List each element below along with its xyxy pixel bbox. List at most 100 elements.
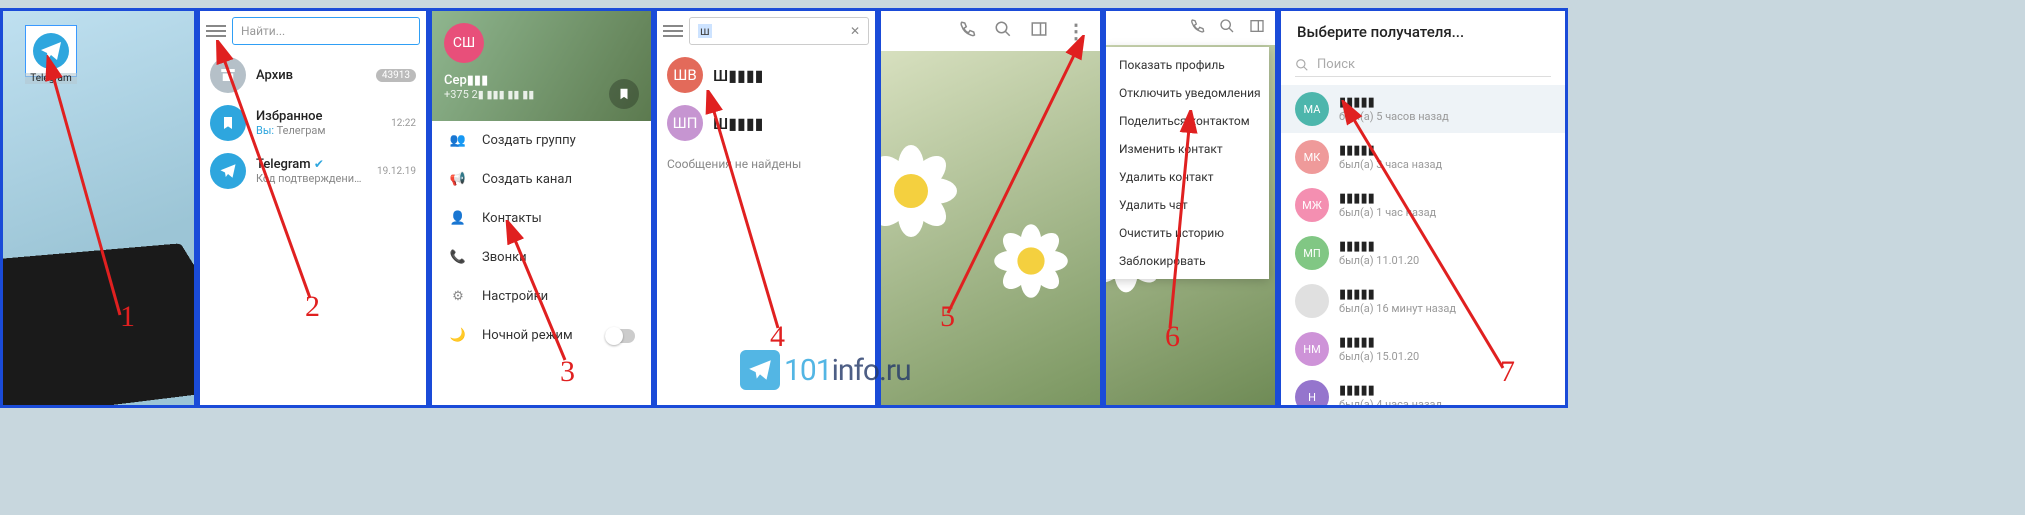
telegram-row[interactable]: Telegram ✔ Код подтверждения: 1… 19.12.1… [200,147,426,195]
saved-time: 12:22 [391,118,416,129]
saved-preview: Вы: Телеграм [256,124,381,137]
sidepanel-icon[interactable] [1249,18,1265,38]
phone-icon: 📞 [448,250,468,265]
bookmark-icon [210,105,246,141]
contact-name: ▮▮▮▮▮ [1339,143,1442,158]
menu-new-channel[interactable]: 📢Создать канал [432,160,651,199]
ctx-clear-history[interactable]: Очистить историю [1105,219,1269,247]
contact-status: был(а) 1 час назад [1339,206,1436,219]
no-messages-label: Сообщения не найдены [657,147,875,181]
contact-name: ▮▮▮▮▮ [1339,335,1419,350]
contact-status: был(а) 3 часа назад [1339,158,1442,171]
search-icon [1295,58,1309,72]
laptop-graphic [0,243,197,408]
menu-night-mode[interactable]: 🌙Ночной режим [432,316,651,355]
ctx-edit-contact[interactable]: Изменить контакт [1105,135,1269,163]
hamburger-button[interactable] [206,25,226,37]
saved-messages-row[interactable]: Избранное Вы: Телеграм 12:22 [200,99,426,147]
contact-avatar: Н [1295,380,1329,408]
menu-calls[interactable]: 📞Звонки [432,238,651,277]
panel-recipient-picker: Выберите получателя... Поиск МА ▮▮▮▮▮ бы… [1278,8,1568,408]
search-icon[interactable] [1219,18,1235,38]
night-toggle[interactable] [605,329,635,343]
user-avatar[interactable]: СШ [444,23,484,63]
contact-avatar: МП [1295,236,1329,270]
ctx-block[interactable]: Заблокировать [1105,247,1269,275]
menu-settings[interactable]: ⚙Настройки [432,277,651,316]
chat-toolbar: ⋮ [881,11,1100,51]
contact-row[interactable]: ▮▮▮▮▮ был(а) 16 минут назад [1281,277,1565,325]
contact-status: был(а) 11.01.20 [1339,254,1419,267]
chat-background [881,11,1100,405]
archive-badge: 43913 [376,69,416,82]
telegram-avatar [210,153,246,189]
panel-chat-header: — ◻ ✕ ⋮ [878,8,1103,408]
contact-row[interactable]: МЖ ▮▮▮▮▮ был(а) 1 час назад [1281,181,1565,229]
search-icon[interactable] [994,20,1012,42]
panel-search-results: ш ✕ ШВ Ш▮▮▮▮ ШП Ш▮▮▮▮ Сообщения не найде… [654,8,878,408]
person-icon: 👤 [448,211,468,226]
result-avatar: ШП [667,105,703,141]
contact-avatar: НМ [1295,332,1329,366]
contact-name: ▮▮▮▮▮ [1339,191,1436,206]
archive-icon [210,57,246,93]
moon-icon: 🌙 [448,328,468,343]
call-icon[interactable] [958,20,976,42]
ctx-delete-chat[interactable]: Удалить чат [1105,191,1269,219]
result-name: Ш▮▮▮▮ [713,66,763,85]
menu-new-group[interactable]: 👥Создать группу [432,121,651,160]
archive-label: Архив [256,68,366,83]
shortcut-label: Telegram [25,73,77,84]
ctx-mute[interactable]: Отключить уведомления [1105,79,1269,107]
chat-toolbar [1106,11,1275,45]
contact-row[interactable]: МА ▮▮▮▮▮ был(а) 5 часов назад [1281,85,1565,133]
panel-chatlist: Найти... Архив 43913 Избранное Вы: Телег… [197,8,429,408]
contact-status: был(а) 15.01.20 [1339,350,1419,363]
contact-status: был(а) 4 часа назад [1339,398,1442,408]
contact-row[interactable]: МП ▮▮▮▮▮ был(а) 11.01.20 [1281,229,1565,277]
panel-main-menu: СШ Сер▮▮▮ +375 2▮ ▮▮▮ ▮▮ ▮▮ 👥Создать гру… [429,8,654,408]
contact-name: ▮▮▮▮▮ [1339,383,1442,398]
picker-search[interactable]: Поиск [1295,53,1551,77]
contact-avatar [1295,284,1329,318]
telegram-preview: Код подтверждения: 1… [256,172,367,185]
ctx-delete-contact[interactable]: Удалить контакт [1105,163,1269,191]
contact-avatar: МЖ [1295,188,1329,222]
panel-context-menu: Показать профиль Отключить уведомления П… [1103,8,1278,408]
contact-name: ▮▮▮▮▮ [1339,95,1449,110]
menu-header: СШ Сер▮▮▮ +375 2▮ ▮▮▮ ▮▮ ▮▮ [432,11,651,121]
contact-name: ▮▮▮▮▮ [1339,239,1419,254]
search-input[interactable]: Найти... [232,17,420,45]
clear-search-icon[interactable]: ✕ [850,24,860,38]
telegram-icon [33,33,69,69]
telegram-title: Telegram ✔ [256,157,367,172]
group-icon: 👥 [448,133,468,148]
sidepanel-icon[interactable] [1030,20,1048,42]
picker-title: Выберите получателя... [1281,11,1565,53]
telegram-desktop-shortcut[interactable] [25,25,77,77]
search-input-filled[interactable]: ш ✕ [689,17,869,45]
archive-row[interactable]: Архив 43913 [200,51,426,99]
contact-row[interactable]: МК ▮▮▮▮▮ был(а) 3 часа назад [1281,133,1565,181]
menu-contacts[interactable]: 👤Контакты [432,199,651,238]
contact-status: был(а) 5 часов назад [1339,110,1449,123]
user-name: Сер▮▮▮ [444,73,639,88]
contact-row[interactable]: НМ ▮▮▮▮▮ был(а) 15.01.20 [1281,325,1565,373]
saved-messages-button[interactable] [609,79,639,109]
panel-desktop: Telegram [0,8,197,408]
result-name: Ш▮▮▮▮ [713,114,763,133]
verified-icon: ✔ [314,157,324,171]
contact-avatar: МК [1295,140,1329,174]
megaphone-icon: 📢 [448,172,468,187]
hamburger-button[interactable] [663,25,683,37]
search-result-2[interactable]: ШП Ш▮▮▮▮ [657,99,875,147]
more-icon[interactable]: ⋮ [1066,19,1086,43]
ctx-share-contact[interactable]: Поделиться контактом [1105,107,1269,135]
contact-row[interactable]: Н ▮▮▮▮▮ был(а) 4 часа назад [1281,373,1565,408]
result-avatar: ШВ [667,57,703,93]
ctx-show-profile[interactable]: Показать профиль [1105,51,1269,79]
call-icon[interactable] [1189,18,1205,38]
contact-status: был(а) 16 минут назад [1339,302,1456,315]
search-result-1[interactable]: ШВ Ш▮▮▮▮ [657,51,875,99]
saved-title: Избранное [256,109,381,124]
